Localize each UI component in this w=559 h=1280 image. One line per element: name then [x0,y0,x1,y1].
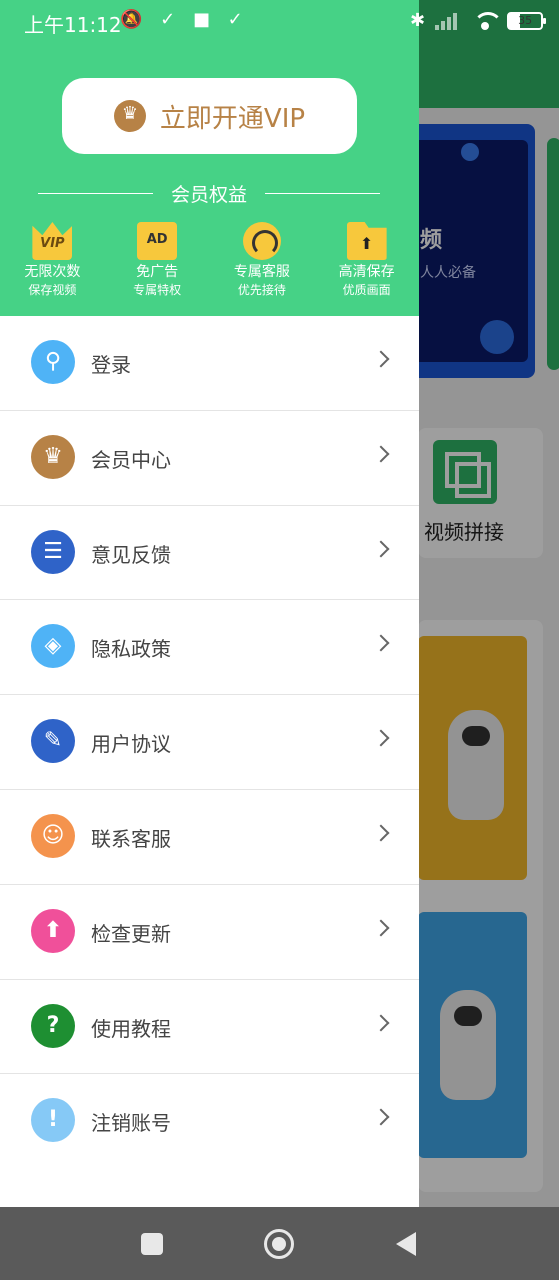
menu-item-label: 会员中心 [91,447,171,472]
chevron-right-icon [372,445,390,463]
benefit-subtitle: 优质画面 [342,283,391,297]
menu-item[interactable]: ♛ 会员中心 [0,411,419,506]
benefit-item: ⬆ 高清保存 优质画面 [314,222,419,306]
vip-crown-icon: VIP [32,222,73,260]
menu-item-label: 隐私政策 [91,637,171,662]
menu-item[interactable]: ◈ 隐私政策 [0,600,419,696]
benefit-subtitle: 优先接待 [237,283,286,297]
chevron-right-icon [372,729,390,747]
divider [38,192,153,194]
menu-item-label: 注销账号 [91,1111,171,1136]
benefit-subtitle: 专属特权 [133,283,182,297]
benefit-title: 无限次数 [24,264,81,280]
menu-item-label: 用户协议 [91,732,171,757]
wifi-icon [473,11,504,30]
menu-item-label: 登录 [91,353,131,377]
vip-button-label: 立即开通VIP [159,103,306,134]
benefit-title: 专属客服 [233,264,290,280]
chevron-right-icon [372,824,390,842]
shield-icon: ◈ [31,624,75,669]
keyhole-icon: ⚲ [31,340,75,384]
menu-item-label: 使用教程 [91,1016,171,1041]
menu-item[interactable]: ✎ 用户协议 [0,695,419,790]
benefits-title: 会员权益 [171,183,248,206]
ad-icon: AD [137,222,178,260]
benefits-title-row: 会员权益 [38,178,381,208]
menu-item-label: 联系客服 [91,826,171,851]
menu-item[interactable]: ⬆ 检查更新 [0,885,419,980]
chevron-right-icon [372,540,390,558]
benefit-subtitle: 保存视频 [28,283,77,297]
divider [265,192,381,194]
headset-icon [242,222,281,260]
home-button[interactable] [264,1229,294,1259]
chevron-right-icon [372,634,390,652]
menu-item[interactable]: ! 注销账号 [0,1074,419,1169]
chevron-right-icon [372,1108,390,1126]
benefit-item: AD 免广告 专属特权 [105,222,210,306]
bluetooth-icon: ✱ [410,10,426,31]
notification-icons: 🔕 ✓ ■ ✓ [120,9,249,30]
drawer-menu: ⚲ 登录 ♛ 会员中心 ☰ 意见反馈 ◈ 隐私政策 ✎ 用户协议 ☺ 联系客服 ⬆ 检查更新? 使用教程! 注… [0,316,419,1169]
benefit-title: 免广告 [136,264,179,280]
question-icon: ? [31,1003,75,1048]
chevron-right-icon [372,919,390,937]
crown-icon [113,100,146,132]
signal-icon [435,12,463,30]
menu-item[interactable]: ? 使用教程 [0,980,419,1075]
chevron-right-icon [372,1014,390,1032]
battery-icon: 35 [507,11,547,30]
menu-item[interactable]: ☺ 联系客服 [0,790,419,885]
menu-item-label: 意见反馈 [91,542,171,567]
back-button[interactable] [396,1232,416,1256]
document-edit-icon: ✎ [31,719,75,764]
benefit-item: 专属客服 优先接待 [210,222,315,306]
chevron-right-icon [372,350,390,368]
status-bar: 上午11:12 🔕 ✓ ■ ✓ ✱ 35 [0,0,559,44]
navigation-drawer: 立即开通VIP 会员权益 VIP 无限次数 保存视频 AD 免广告 专属特权 专… [0,0,419,1207]
menu-item-label: 检查更新 [91,921,171,946]
system-nav-bar [0,1207,559,1280]
open-vip-button[interactable]: 立即开通VIP [62,78,357,154]
support-agent-icon: ☺ [31,813,75,858]
crown-icon: ♛ [31,434,75,479]
benefits-list: VIP 无限次数 保存视频 AD 免广告 专属特权 专属客服 优先接待 ⬆ 高清… [0,222,419,306]
upload-arrow-icon: ⬆ [31,908,75,953]
benefit-item: VIP 无限次数 保存视频 [0,222,105,306]
benefit-title: 高清保存 [338,264,395,280]
exclamation-icon: ! [31,1098,75,1143]
status-right-icons: ✱ 35 [410,10,547,31]
menu-item[interactable]: ⚲ 登录 [0,316,419,411]
menu-item[interactable]: ☰ 意见反馈 [0,506,419,601]
status-time: 上午11:12 [24,13,122,37]
folder-upload-icon: ⬆ [346,222,387,260]
recent-apps-button[interactable] [141,1233,163,1255]
chat-icon: ☰ [31,529,75,574]
